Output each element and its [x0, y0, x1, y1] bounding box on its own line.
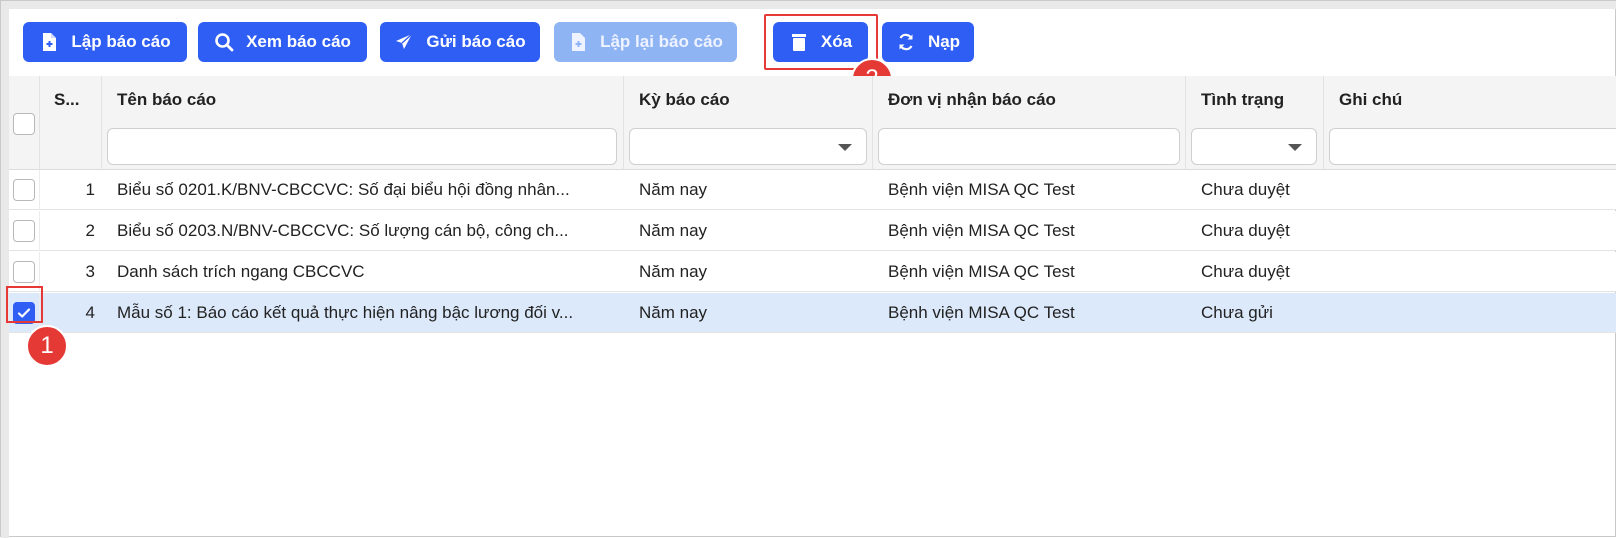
- cell-receiver: Bệnh viện MISA QC Test: [888, 221, 1075, 240]
- delete-button[interactable]: Xóa: [773, 22, 868, 62]
- send-icon: [396, 33, 413, 49]
- row-checkbox[interactable]: [13, 179, 35, 201]
- cell-status: Chưa gửi: [1201, 303, 1273, 322]
- status-filter-select[interactable]: [1191, 128, 1317, 165]
- row-checkbox[interactable]: [13, 220, 35, 242]
- row-checkbox[interactable]: [13, 261, 35, 283]
- cell-stt: 2: [85, 221, 95, 240]
- redo-report-label: Lập lại báo cáo: [600, 32, 723, 51]
- frame-top-strip: [1, 1, 1616, 9]
- refresh-icon: [899, 33, 913, 51]
- column-header-status[interactable]: Tình trạng: [1201, 76, 1321, 123]
- period-filter-select[interactable]: [629, 128, 867, 165]
- cell-name: Biểu số 0201.K/BNV-CBCCVC: Số đại biểu h…: [117, 180, 570, 199]
- cell-receiver: Bệnh viện MISA QC Test: [888, 262, 1075, 281]
- cell-name: Danh sách trích ngang CBCCVC: [117, 262, 365, 281]
- cell-period: Năm nay: [639, 303, 708, 322]
- receiver-filter-input[interactable]: [878, 128, 1180, 165]
- cell-note: [1339, 170, 1609, 210]
- view-report-button[interactable]: Xem báo cáo: [198, 22, 367, 62]
- chevron-down-icon: [1288, 144, 1302, 151]
- table-row-selected[interactable]: 4 Mẫu số 1: Báo cáo kết quả thực hiện nâ…: [9, 293, 1616, 333]
- trash-icon: [791, 34, 806, 51]
- column-header-period[interactable]: Kỳ báo cáo: [639, 76, 869, 123]
- cell-period: Năm nay: [639, 221, 708, 240]
- cell-name: Biểu số 0203.N/BNV-CBCCVC: Số lượng cán …: [117, 221, 569, 240]
- cell-note: [1339, 252, 1609, 292]
- search-icon: [215, 33, 234, 52]
- create-report-label: Lập báo cáo: [71, 32, 171, 51]
- row-checkbox-checked[interactable]: [13, 302, 35, 324]
- column-header-name[interactable]: Tên báo cáo: [117, 76, 617, 123]
- cell-period: Năm nay: [639, 180, 708, 199]
- file-plus-icon: [572, 33, 586, 51]
- cell-period: Năm nay: [639, 262, 708, 281]
- column-header-note[interactable]: Ghi chú: [1339, 76, 1609, 123]
- table-row[interactable]: 1 Biểu số 0201.K/BNV-CBCCVC: Số đại biểu…: [9, 170, 1616, 210]
- send-report-button[interactable]: Gửi báo cáo: [380, 22, 540, 62]
- column-header-stt[interactable]: S...: [54, 76, 99, 123]
- grid-header: S... Tên báo cáo Kỳ báo cáo Đơn vị nhận …: [9, 76, 1616, 170]
- window-frame: Lập báo cáo Xem báo cáo Gửi báo cáo Lập …: [0, 0, 1616, 538]
- create-report-button[interactable]: Lập báo cáo: [23, 22, 187, 62]
- note-filter-input[interactable]: [1329, 128, 1616, 165]
- table-row[interactable]: 3 Danh sách trích ngang CBCCVC Năm nay B…: [9, 252, 1616, 292]
- view-report-label: Xem báo cáo: [246, 32, 351, 51]
- frame-left-strip: [1, 1, 9, 538]
- reload-button[interactable]: Nạp: [882, 22, 974, 62]
- cell-status: Chưa duyệt: [1201, 262, 1290, 281]
- cell-stt: 1: [85, 180, 95, 199]
- name-filter-input[interactable]: [107, 128, 617, 165]
- cell-name: Mẫu số 1: Báo cáo kết quả thực hiện nâng…: [117, 303, 574, 322]
- cell-note: [1339, 211, 1609, 251]
- file-plus-icon: [43, 33, 57, 51]
- select-all-checkbox[interactable]: [13, 113, 35, 135]
- checkmark-icon: [17, 308, 31, 318]
- cell-status: Chưa duyệt: [1201, 221, 1290, 240]
- step-badge-1: 1: [26, 325, 68, 367]
- cell-receiver: Bệnh viện MISA QC Test: [888, 180, 1075, 199]
- delete-label: Xóa: [820, 32, 853, 51]
- cell-status: Chưa duyệt: [1201, 180, 1290, 199]
- send-report-label: Gửi báo cáo: [426, 32, 526, 51]
- reload-label: Nạp: [927, 32, 961, 51]
- cell-stt: 3: [85, 262, 95, 281]
- cell-note: [1339, 293, 1609, 333]
- redo-report-button[interactable]: Lập lại báo cáo: [554, 22, 737, 62]
- column-header-receiver[interactable]: Đơn vị nhận báo cáo: [888, 76, 1178, 123]
- chevron-down-icon: [838, 144, 852, 151]
- cell-receiver: Bệnh viện MISA QC Test: [888, 303, 1075, 322]
- table-row[interactable]: 2 Biểu số 0203.N/BNV-CBCCVC: Số lượng cá…: [9, 211, 1616, 251]
